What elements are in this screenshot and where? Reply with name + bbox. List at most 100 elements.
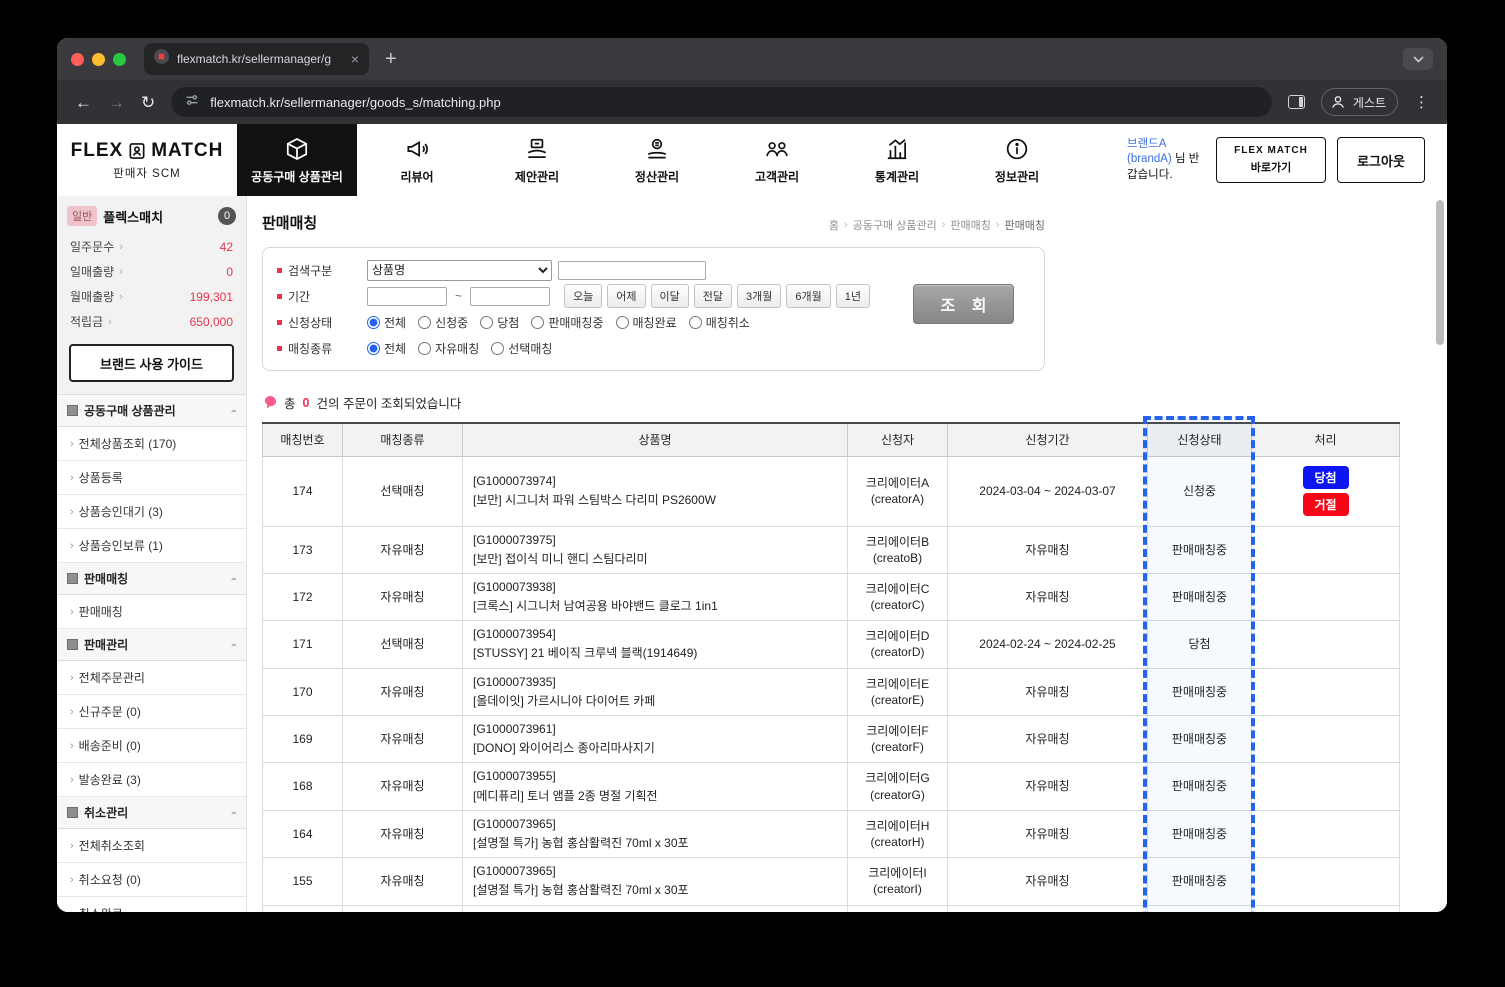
radio-input[interactable] bbox=[491, 342, 504, 355]
stat-value: 0 bbox=[226, 265, 233, 279]
table-row[interactable]: 168 자유매칭 [G1000073955] [메디퓨리] 토너 앰플 2종 명… bbox=[263, 763, 1400, 810]
period-quick-button[interactable]: 6개월 bbox=[786, 284, 830, 308]
close-window-button[interactable] bbox=[71, 53, 84, 66]
table-row[interactable]: 174 선택매칭 [G1000073974] [보만] 시그니처 파워 스팀박스… bbox=[263, 456, 1400, 526]
nav-item[interactable]: 공동구매 상품관리 bbox=[237, 124, 357, 196]
table-row[interactable]: 172 자유매칭 [G1000073938] [크록스] 시그니처 남여공용 바… bbox=[263, 573, 1400, 620]
period-quick-button[interactable]: 어제 bbox=[607, 284, 645, 308]
search-field-select[interactable]: 상품명 bbox=[367, 260, 552, 281]
radio-option[interactable]: 매칭취소 bbox=[689, 314, 750, 331]
radio-option[interactable]: 당첨 bbox=[480, 314, 519, 331]
radio-option[interactable]: 판매매칭중 bbox=[531, 314, 603, 331]
minimize-window-button[interactable] bbox=[92, 53, 105, 66]
breadcrumb-item[interactable]: 판매매칭 bbox=[950, 217, 990, 233]
nav-item[interactable]: 정산관리 bbox=[597, 124, 717, 196]
sidebar-section-header[interactable]: 취소관리 › bbox=[57, 797, 246, 829]
table-row[interactable]: 155 자유매칭 [G1000073965] [설명절 특가] 농협 홍삼활력진… bbox=[263, 858, 1400, 905]
nav-item[interactable]: 정보관리 bbox=[957, 124, 1077, 196]
radio-option[interactable]: 전체 bbox=[367, 340, 406, 357]
sidebar-section-header[interactable]: 공동구매 상품관리 › bbox=[57, 395, 246, 427]
reload-icon[interactable]: ↻ bbox=[141, 94, 155, 111]
radio-option[interactable]: 자유매칭 bbox=[418, 340, 479, 357]
sidebar-menu-item[interactable]: › 전체취소조회 bbox=[57, 829, 246, 863]
sidebar-stat-row[interactable]: 일주문수 › 42 bbox=[57, 234, 246, 259]
flexmatch-shortcut-button[interactable]: FLEX MATCH 바로가기 bbox=[1216, 137, 1326, 183]
back-icon[interactable]: ← bbox=[75, 94, 92, 111]
nav-item[interactable]: 고객관리 bbox=[717, 124, 837, 196]
breadcrumb-item[interactable]: 홈 bbox=[829, 217, 839, 233]
period-quick-button[interactable]: 전달 bbox=[694, 284, 732, 308]
address-bar[interactable]: flexmatch.kr/sellermanager/goods_s/match… bbox=[171, 87, 1272, 117]
period-quick-button[interactable]: 3개월 bbox=[737, 284, 781, 308]
sidebar-menu-item[interactable]: › 전체주문관리 bbox=[57, 661, 246, 695]
period-quick-button[interactable]: 오늘 bbox=[564, 284, 602, 308]
page-scrollbar-thumb[interactable] bbox=[1436, 200, 1444, 345]
logout-button[interactable]: 로그아웃 bbox=[1337, 137, 1425, 183]
table-row[interactable]: 170 자유매칭 [G1000073935] [올데이잇] 가르시니아 다이어트… bbox=[263, 668, 1400, 715]
sidebar-menu-item[interactable]: › 상품등록 bbox=[57, 461, 246, 495]
brand-guide-button[interactable]: 브랜드 사용 가이드 bbox=[69, 344, 234, 382]
browser-profile-button[interactable]: 게스트 bbox=[1321, 88, 1398, 116]
radio-input[interactable] bbox=[689, 316, 702, 329]
search-submit-button[interactable]: 조 회 bbox=[913, 284, 1014, 324]
period-quick-button[interactable]: 이달 bbox=[651, 284, 689, 308]
product-code: [G1000073955] bbox=[473, 767, 841, 786]
logo[interactable]: FLEX MATCH 판매자 SCM bbox=[57, 124, 237, 196]
sidebar-menu-item[interactable]: › 상품승인보류 (1) bbox=[57, 529, 246, 563]
sidebar-menu-item[interactable]: › 상품승인대기 (3) bbox=[57, 495, 246, 529]
radio-option[interactable]: 전체 bbox=[367, 314, 406, 331]
side-panel-icon[interactable] bbox=[1288, 95, 1305, 109]
sidebar-stat-row[interactable]: 적립금 › 650,000 bbox=[57, 309, 246, 334]
nav-item[interactable]: 제안관리 bbox=[477, 124, 597, 196]
period-quick-button[interactable]: 1년 bbox=[836, 284, 870, 308]
win-button[interactable]: 당첨 bbox=[1303, 466, 1349, 489]
sidebar-stat-row[interactable]: 월매출량 › 199,301 bbox=[57, 284, 246, 309]
section-label: 공동구매 상품관리 bbox=[84, 402, 176, 419]
breadcrumb-item[interactable]: 판매매칭 bbox=[1005, 217, 1045, 233]
sidebar-menu-item[interactable]: › 신규주문 (0) bbox=[57, 695, 246, 729]
radio-option[interactable]: 선택매칭 bbox=[491, 340, 552, 357]
reject-button[interactable]: 거절 bbox=[1303, 493, 1349, 516]
sidebar-stat-row[interactable]: 일매출량 › 0 bbox=[57, 259, 246, 284]
radio-input[interactable] bbox=[616, 316, 629, 329]
browser-menu-icon[interactable]: ⋮ bbox=[1414, 93, 1429, 111]
cell-match-type: 자유매칭 bbox=[343, 858, 463, 905]
radio-input[interactable] bbox=[418, 342, 431, 355]
site-settings-icon[interactable] bbox=[184, 92, 200, 113]
radio-input[interactable] bbox=[367, 316, 380, 329]
zoom-window-button[interactable] bbox=[113, 53, 126, 66]
sidebar-menu-item[interactable]: › 취소완료 bbox=[57, 897, 246, 912]
tab-close-icon[interactable]: × bbox=[351, 52, 359, 66]
tab-search-chevron-icon[interactable] bbox=[1403, 48, 1433, 70]
radio-option[interactable]: 매칭완료 bbox=[616, 314, 677, 331]
nav-item[interactable]: 리뷰어 bbox=[357, 124, 477, 196]
sidebar-menu-item[interactable]: › 전체상품조회 (170) bbox=[57, 427, 246, 461]
table-row[interactable]: 164 자유매칭 [G1000073965] [설명절 특가] 농협 홍삼활력진… bbox=[263, 810, 1400, 857]
period-start-input[interactable] bbox=[367, 287, 447, 306]
sidebar-section-header[interactable]: 판매매칭 › bbox=[57, 563, 246, 595]
table-row[interactable]: 173 자유매칭 [G1000073975] [보만] 접이식 미니 핸디 스팀… bbox=[263, 526, 1400, 573]
sidebar-menu-item[interactable]: › 배송준비 (0) bbox=[57, 729, 246, 763]
radio-input[interactable] bbox=[367, 342, 380, 355]
table-row[interactable]: 169 자유매칭 [G1000073961] [DONO] 와이어리스 종아리마… bbox=[263, 716, 1400, 763]
table-row[interactable]: 171 선택매칭 [G1000073954] [STUSSY] 21 베이직 크… bbox=[263, 621, 1400, 668]
nav-item[interactable]: 통계관리 bbox=[837, 124, 957, 196]
sidebar-menu-item[interactable]: › 취소요청 (0) bbox=[57, 863, 246, 897]
breadcrumb-item[interactable]: 공동구매 상품관리 bbox=[853, 217, 937, 233]
forward-icon[interactable]: → bbox=[108, 94, 125, 111]
browser-tab[interactable]: flexmatch.kr/sellermanager/g × bbox=[144, 43, 369, 75]
bullet-icon bbox=[277, 320, 282, 325]
sidebar-menu-item[interactable]: › 발송완료 (3) bbox=[57, 763, 246, 797]
radio-input[interactable] bbox=[418, 316, 431, 329]
radio-option[interactable]: 신청중 bbox=[418, 314, 468, 331]
item-arrow-icon: › bbox=[70, 506, 74, 518]
url-text: flexmatch.kr/sellermanager/goods_s/match… bbox=[210, 95, 500, 110]
radio-input[interactable] bbox=[480, 316, 493, 329]
search-keyword-input[interactable] bbox=[558, 261, 706, 280]
new-tab-button[interactable]: + bbox=[385, 49, 397, 69]
sidebar-menu-item[interactable]: › 판매매칭 bbox=[57, 595, 246, 629]
sidebar-section-header[interactable]: 판매관리 › bbox=[57, 629, 246, 661]
radio-input[interactable] bbox=[531, 316, 544, 329]
table-row[interactable]: 154 자유매칭 [G1000073966] [설명절 특가] 데일리홍삼정스틱… bbox=[263, 905, 1400, 912]
period-end-input[interactable] bbox=[470, 287, 550, 306]
